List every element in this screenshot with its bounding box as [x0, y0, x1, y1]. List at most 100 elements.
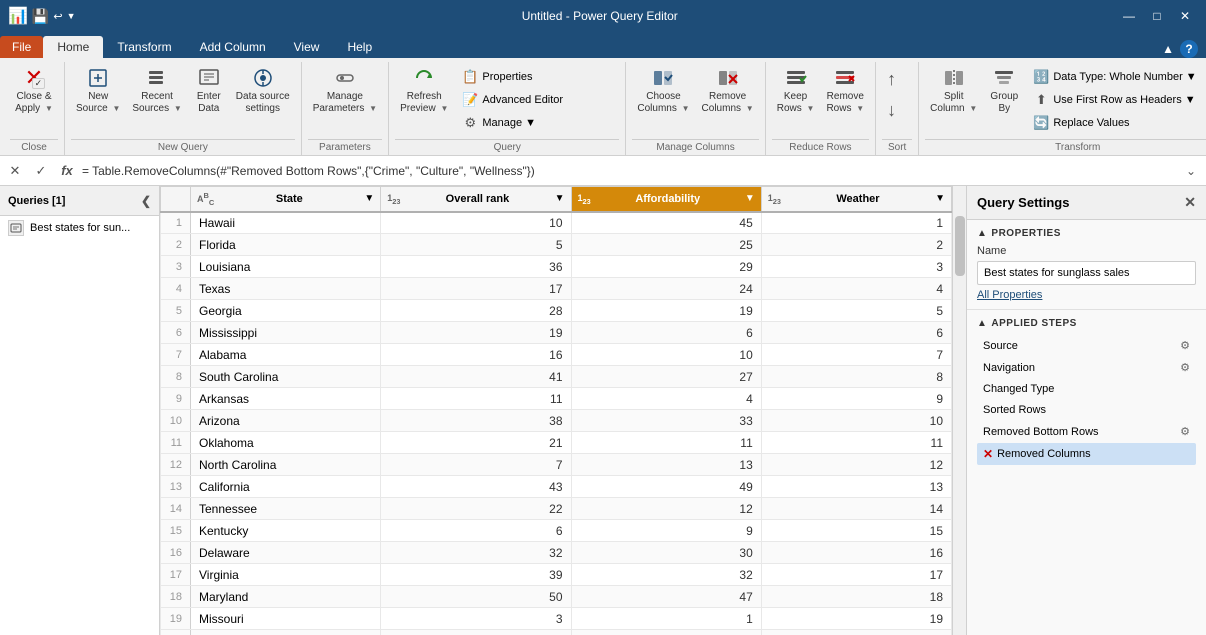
- table-row[interactable]: 6 Mississippi 19 6 6: [161, 322, 952, 344]
- quick-access-dropdown[interactable]: ▼: [67, 11, 76, 21]
- tab-file[interactable]: File: [0, 36, 43, 58]
- step-item-removedColumns[interactable]: ✕Removed Columns: [977, 443, 1196, 465]
- all-properties-link[interactable]: All Properties: [977, 289, 1196, 301]
- row-num-cell: 11: [161, 432, 191, 454]
- table-row[interactable]: 8 South Carolina 41 27 8: [161, 366, 952, 388]
- manage-button[interactable]: ⚙ Manage ▼: [457, 112, 617, 134]
- tab-help[interactable]: Help: [333, 36, 386, 58]
- tab-transform[interactable]: Transform: [103, 36, 185, 58]
- table-row[interactable]: 11 Oklahoma 21 11 11: [161, 432, 952, 454]
- formula-expand-button[interactable]: ⌄: [1180, 160, 1202, 182]
- table-row[interactable]: 2 Florida 5 25 2: [161, 234, 952, 256]
- table-row[interactable]: 1 Hawaii 10 45 1: [161, 212, 952, 234]
- overall-rank-cell: 39: [381, 564, 571, 586]
- applied-steps-chevron[interactable]: ▲: [977, 318, 987, 329]
- overall-rank-col-dropdown[interactable]: ▼: [555, 193, 565, 204]
- table-row[interactable]: 5 Georgia 28 19 5: [161, 300, 952, 322]
- keep-rows-button[interactable]: KeepRows ▼: [772, 64, 820, 130]
- manage-parameters-button[interactable]: ManageParameters ▼: [308, 64, 382, 130]
- refresh-preview-button[interactable]: RefreshPreview ▼: [395, 64, 453, 130]
- ribbon-group-query-label: Query: [395, 139, 619, 153]
- table-row[interactable]: 12 North Carolina 7 13 12: [161, 454, 952, 476]
- step-gear-icon[interactable]: ⚙: [1180, 339, 1190, 352]
- data-source-settings-button[interactable]: Data sourcesettings: [231, 64, 295, 130]
- table-row[interactable]: 16 Delaware 32 30 16: [161, 542, 952, 564]
- ribbon-group-manage-columns-label: Manage Columns: [632, 139, 758, 153]
- replace-values-button[interactable]: 🔄 Replace Values: [1028, 112, 1206, 134]
- step-gear-icon[interactable]: ⚙: [1180, 361, 1190, 374]
- table-row[interactable]: 10 Arizona 38 33 10: [161, 410, 952, 432]
- formula-fx-button[interactable]: fx: [56, 160, 78, 182]
- query-settings-header: Query Settings ✕: [967, 186, 1206, 220]
- tab-home[interactable]: Home: [43, 36, 103, 58]
- use-first-row-button[interactable]: ⬆ Use First Row as Headers ▼: [1028, 89, 1206, 111]
- state-col-dropdown[interactable]: ▼: [364, 193, 374, 204]
- window-close-button[interactable]: ✕: [1172, 6, 1198, 26]
- step-gear-icon[interactable]: ⚙: [1180, 425, 1190, 438]
- enter-data-button[interactable]: EnterData: [189, 64, 229, 130]
- query-item-best-states[interactable]: Best states for sun...: [0, 216, 159, 240]
- table-row[interactable]: 13 California 43 49 13: [161, 476, 952, 498]
- data-type-button[interactable]: 🔢 Data Type: Whole Number ▼: [1028, 66, 1206, 88]
- col-header-overall-rank[interactable]: 123 Overall rank ▼: [381, 187, 571, 212]
- row-num-cell: 12: [161, 454, 191, 476]
- table-row[interactable]: 20 Kansas 7 7 20: [161, 630, 952, 635]
- step-x-icon[interactable]: ✕: [983, 447, 993, 461]
- undo-icon[interactable]: ↩: [53, 10, 62, 23]
- step-item-removedBottomRows[interactable]: Removed Bottom Rows⚙: [977, 421, 1196, 442]
- table-row[interactable]: 3 Louisiana 36 29 3: [161, 256, 952, 278]
- overall-rank-cell: 43: [381, 476, 571, 498]
- table-row[interactable]: 14 Tennessee 22 12 14: [161, 498, 952, 520]
- ribbon-collapse-btn[interactable]: ▲: [1162, 42, 1174, 56]
- table-row[interactable]: 19 Missouri 3 1 19: [161, 608, 952, 630]
- overall-rank-col-label: Overall rank: [404, 193, 550, 205]
- recent-sources-button[interactable]: RecentSources ▼: [127, 64, 186, 130]
- state-cell: Alabama: [191, 344, 381, 366]
- state-cell: California: [191, 476, 381, 498]
- split-column-button[interactable]: SplitColumn ▼: [925, 64, 982, 130]
- formula-cancel-button[interactable]: ✕: [4, 160, 26, 182]
- applied-steps-title: ▲ APPLIED STEPS: [977, 318, 1196, 329]
- minimize-button[interactable]: —: [1116, 6, 1142, 26]
- step-item-source[interactable]: Source⚙: [977, 335, 1196, 356]
- new-source-button[interactable]: NewSource ▼: [71, 64, 125, 130]
- queries-collapse-button[interactable]: ❮: [141, 194, 151, 208]
- step-item-changedType[interactable]: Changed Type: [977, 379, 1196, 399]
- save-icon[interactable]: 💾: [32, 8, 49, 25]
- remove-rows-button[interactable]: RemoveRows ▼: [821, 64, 869, 130]
- maximize-button[interactable]: □: [1144, 6, 1170, 26]
- affordability-col-dropdown[interactable]: ▼: [745, 193, 755, 204]
- table-row[interactable]: 18 Maryland 50 47 18: [161, 586, 952, 608]
- col-header-affordability[interactable]: 123 Affordability ▼: [571, 187, 761, 212]
- properties-chevron[interactable]: ▲: [977, 228, 987, 239]
- table-row[interactable]: 9 Arkansas 11 4 9: [161, 388, 952, 410]
- tab-view[interactable]: View: [280, 36, 334, 58]
- weather-col-dropdown[interactable]: ▼: [935, 193, 945, 204]
- advanced-editor-button[interactable]: 📝 Advanced Editor: [457, 89, 617, 111]
- formula-confirm-button[interactable]: ✓: [30, 160, 52, 182]
- tab-add-column[interactable]: Add Column: [186, 36, 280, 58]
- step-left: ✕Removed Columns: [983, 447, 1091, 461]
- table-row[interactable]: 7 Alabama 16 10 7: [161, 344, 952, 366]
- table-row[interactable]: 4 Texas 17 24 4: [161, 278, 952, 300]
- query-small-buttons: 📋 Properties 📝 Advanced Editor ⚙ Manage …: [455, 64, 619, 130]
- col-header-weather[interactable]: 123 Weather ▼: [761, 187, 951, 212]
- group-by-button[interactable]: GroupBy: [984, 64, 1024, 130]
- table-row[interactable]: 15 Kentucky 6 9 15: [161, 520, 952, 542]
- query-settings-close-button[interactable]: ✕: [1184, 194, 1196, 211]
- sort-ascending-button[interactable]: ↑: [882, 66, 912, 93]
- query-name-input[interactable]: [977, 261, 1196, 285]
- remove-columns-button[interactable]: RemoveColumns ▼: [697, 64, 759, 130]
- help-btn[interactable]: ?: [1180, 40, 1198, 58]
- sort-descending-button[interactable]: ↓: [882, 97, 912, 124]
- table-row[interactable]: 17 Virginia 39 32 17: [161, 564, 952, 586]
- data-table-wrapper[interactable]: ABC State ▼ 123 Overall rank ▼: [160, 186, 952, 635]
- vertical-scrollbar[interactable]: [952, 186, 966, 635]
- col-header-state[interactable]: ABC State ▼: [191, 187, 381, 212]
- step-item-sortedRows[interactable]: Sorted Rows: [977, 400, 1196, 420]
- choose-columns-button[interactable]: ChooseColumns ▼: [632, 64, 694, 130]
- formula-input[interactable]: [82, 160, 1176, 182]
- properties-button[interactable]: 📋 Properties: [457, 66, 617, 88]
- close-apply-button[interactable]: ✕ ✓ Close &Apply ▼: [10, 64, 58, 130]
- step-item-navigation[interactable]: Navigation⚙: [977, 357, 1196, 378]
